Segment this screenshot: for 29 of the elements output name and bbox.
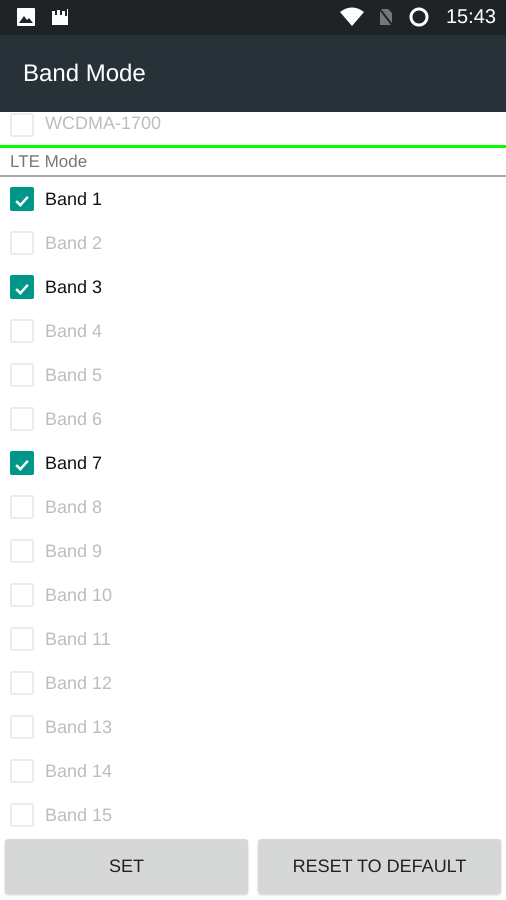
checkbox-label: Band 2	[45, 232, 102, 254]
screen-title: Band Mode	[23, 60, 146, 88]
checkbox-label: WCDMA-1700	[45, 113, 162, 134]
checkbox-label: Band 13	[45, 716, 112, 738]
checkbox[interactable]	[10, 187, 34, 212]
no-sim-icon	[378, 7, 394, 28]
clock-time: 15:43	[446, 6, 496, 29]
ring-icon	[408, 6, 430, 28]
reset-button[interactable]: RESET TO DEFAULT	[258, 839, 501, 894]
checkbox-label: Band 5	[45, 364, 102, 386]
checkbox[interactable]	[10, 451, 34, 476]
checkbox-label: Band 9	[45, 540, 102, 562]
checkbox-label: Band 7	[45, 452, 102, 474]
checkbox-label: Band 12	[45, 672, 112, 694]
checkbox-label: Band 8	[45, 496, 102, 518]
wifi-icon	[340, 7, 364, 28]
image-icon	[16, 7, 36, 28]
checkbox-label: Band 11	[45, 628, 111, 650]
checkbox-label: Band 6	[45, 408, 102, 430]
checkbox-label: Band 10	[45, 584, 112, 606]
checkbox[interactable]	[10, 275, 34, 300]
checkbox-label: Band 3	[45, 276, 102, 298]
checkbox-label: Band 14	[45, 760, 112, 782]
section-header: LTE Mode	[0, 149, 506, 178]
set-button[interactable]: SET	[5, 839, 248, 894]
checkbox-label: Band 15	[45, 804, 112, 826]
bars-icon	[50, 7, 70, 28]
checkbox-label: Band 1	[45, 188, 102, 210]
checkbox-label: Band 4	[45, 320, 102, 342]
